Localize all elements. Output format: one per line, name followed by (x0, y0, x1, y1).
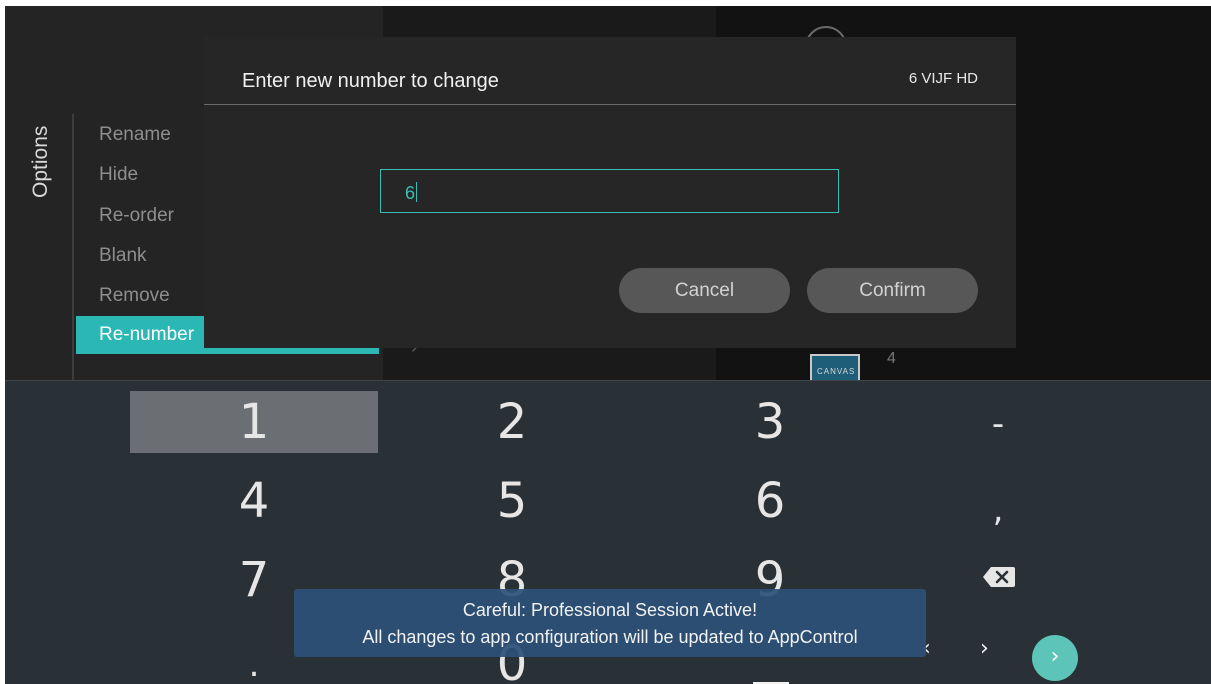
option-rename[interactable]: Rename (99, 124, 171, 146)
toast-line-1: Careful: Professional Session Active! (462, 600, 758, 620)
dialog-title: Enter new number to change (242, 70, 499, 92)
go-arrow-icon[interactable]: › (1032, 635, 1078, 681)
key-3[interactable]: 3 (646, 391, 894, 453)
option-re-order[interactable]: Re-order (99, 205, 174, 227)
key-5[interactable]: 5 (388, 470, 636, 532)
renumber-dialog: Enter new number to change 6 VIJF HD 6 C… (204, 37, 1016, 348)
key-4[interactable]: 4 (130, 470, 378, 532)
dialog-divider (204, 104, 1016, 105)
key-1[interactable]: 1 (130, 391, 378, 453)
channel-number-input[interactable]: 6 (380, 169, 839, 213)
dialog-channel-name: 6 VIJF HD (908, 70, 978, 87)
channel-number: 4 (887, 350, 896, 367)
key-dash[interactable]: - (874, 393, 1122, 455)
option-remove[interactable]: Remove (99, 285, 170, 307)
options-divider (72, 114, 74, 380)
text-caret (416, 182, 418, 202)
professional-session-toast: Careful: Professional Session Active! Al… (294, 589, 926, 657)
channel-number-value: 6 (405, 183, 416, 203)
tv-screen: agement › CANVAS 4 Options Rename Hide R… (5, 6, 1211, 684)
confirm-button[interactable]: Confirm (807, 268, 978, 313)
option-re-number-label: Re-number (99, 324, 195, 345)
option-blank[interactable]: Blank (99, 245, 147, 267)
channel-number-value-wrap: 6 (405, 182, 418, 204)
key-comma[interactable]: , (874, 479, 1122, 541)
option-hide[interactable]: Hide (99, 164, 138, 186)
key-6[interactable]: 6 (646, 470, 894, 532)
key-backspace[interactable] (982, 566, 1016, 588)
key-2[interactable]: 2 (388, 391, 636, 453)
options-menu-title: Options (29, 125, 52, 198)
chevron-right-icon[interactable]: › (980, 636, 989, 661)
toast-line-2: All changes to app configuration will be… (362, 627, 858, 647)
channel-thumbnail-label: CANVAS (817, 367, 856, 376)
cancel-button[interactable]: Cancel (619, 268, 790, 313)
backspace-icon (983, 567, 1015, 587)
